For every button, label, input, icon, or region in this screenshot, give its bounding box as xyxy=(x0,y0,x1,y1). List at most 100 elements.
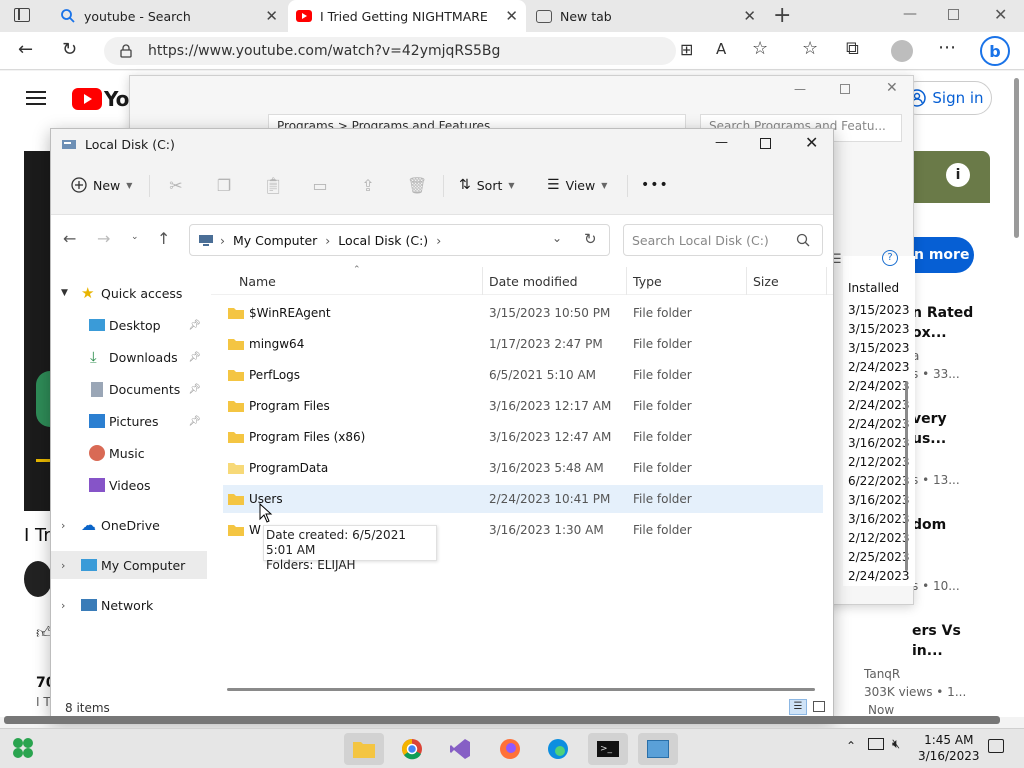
read-aloud-icon[interactable]: A xyxy=(716,40,726,58)
collections-icon[interactable]: ⧉ xyxy=(846,38,859,59)
network-icon[interactable] xyxy=(868,738,884,750)
paf-scrollbar[interactable] xyxy=(905,381,908,571)
paf-column-installed[interactable]: Installed xyxy=(848,281,904,295)
cut-icon[interactable]: ✂ xyxy=(167,177,185,195)
sidebar-item-quick-access[interactable]: ▼ ★ Quick access xyxy=(51,279,207,307)
rename-icon[interactable]: ▭ xyxy=(311,177,329,195)
paste-icon[interactable]: 📋︎ xyxy=(263,177,283,195)
close-icon[interactable]: ✕ xyxy=(505,7,518,25)
search-input[interactable]: Search Local Disk (C:) xyxy=(623,224,823,256)
file-row[interactable]: Users 2/24/2023 10:41 PM File folder xyxy=(223,485,823,513)
delete-icon[interactable]: 🗑︎ xyxy=(407,177,427,195)
pin-icon[interactable]: 📌︎ xyxy=(188,416,201,427)
tab-youtube-search[interactable]: youtube - Search ✕ xyxy=(52,0,286,32)
maximize-button[interactable] xyxy=(840,84,850,94)
pin-icon[interactable]: 📌︎ xyxy=(188,352,201,363)
close-window-button[interactable]: ✕ xyxy=(805,133,818,152)
file-row[interactable]: ProgramData 3/16/2023 5:48 AM File folde… xyxy=(223,454,823,482)
menu-dots-icon[interactable]: ⋯ xyxy=(938,37,956,58)
show-hidden-icons[interactable]: ⌃ xyxy=(846,739,856,753)
sidebar-item-documents[interactable]: Documents 📌︎ xyxy=(51,375,207,403)
column-name[interactable]: Name xyxy=(233,267,483,295)
sort-button[interactable]: ⇅ Sort ▼ xyxy=(459,177,515,193)
sidebar-item-music[interactable]: Music xyxy=(51,439,207,467)
info-icon[interactable]: i xyxy=(946,163,970,187)
close-icon[interactable]: ✕ xyxy=(265,7,278,25)
channel-avatar[interactable] xyxy=(24,561,52,597)
file-row[interactable]: $WinREAgent 3/15/2023 10:50 PM File fold… xyxy=(223,299,823,327)
rec-title[interactable]: very xyxy=(912,411,947,427)
page-scrollbar[interactable] xyxy=(1014,78,1019,238)
notifications-icon[interactable] xyxy=(988,739,1004,753)
sidebar-item-downloads[interactable]: ⤓ Downloads 📌︎ xyxy=(51,343,207,371)
rec-title[interactable]: in... xyxy=(912,643,943,659)
chevron-right-icon[interactable]: › xyxy=(61,599,65,612)
minimize-button[interactable]: — xyxy=(903,6,917,22)
chevron-down-icon[interactable]: ⌄ xyxy=(552,231,562,245)
sidebar-item-pictures[interactable]: Pictures 📌︎ xyxy=(51,407,207,435)
back-icon[interactable]: ← xyxy=(63,229,76,248)
chevron-right-icon[interactable]: › xyxy=(61,519,65,532)
sidebar-item-videos[interactable]: Videos xyxy=(51,471,207,499)
maximize-button[interactable] xyxy=(760,138,771,149)
breadcrumb-my-computer[interactable]: My Computer xyxy=(233,233,317,248)
refresh-icon[interactable]: ↻ xyxy=(584,230,597,248)
taskbar-terminal[interactable]: >_ xyxy=(588,733,628,765)
system-clock[interactable]: 1:45 AM 3/16/2023 xyxy=(918,732,980,764)
rec-title[interactable]: n Rated xyxy=(912,305,973,321)
tab-youtube-video[interactable]: I Tried Getting NIGHTMARE RAN ✕ xyxy=(288,0,526,32)
taskbar-edge[interactable] xyxy=(538,733,578,765)
hamburger-menu-icon[interactable] xyxy=(26,91,46,105)
bing-icon[interactable]: b xyxy=(980,36,1010,66)
taskbar-file-explorer[interactable] xyxy=(344,733,384,765)
file-row[interactable]: Program Files (x86) 3/16/2023 12:47 AM F… xyxy=(223,423,823,451)
restore-button[interactable] xyxy=(948,9,959,20)
close-window-button[interactable]: ✕ xyxy=(886,80,898,96)
recent-locations-icon[interactable]: ⌄ xyxy=(131,232,139,242)
sidebar-item-network[interactable]: › Network xyxy=(51,591,207,619)
file-row[interactable]: Program Files 3/16/2023 12:17 AM File fo… xyxy=(223,392,823,420)
forward-icon[interactable]: → xyxy=(97,229,110,248)
rec-title[interactable]: us... xyxy=(912,431,946,447)
view-button[interactable]: ☰ View ▼ xyxy=(547,177,607,193)
copy-icon[interactable]: ❐ xyxy=(215,177,233,195)
file-row[interactable]: PerfLogs 6/5/2021 5:10 AM File folder xyxy=(223,361,823,389)
start-icon[interactable] xyxy=(12,737,34,762)
ad-thumbnail[interactable]: i xyxy=(912,151,990,203)
apps-icon[interactable]: ⊞ xyxy=(680,40,693,59)
explorer-title-bar[interactable]: Local Disk (C:) — ✕ xyxy=(51,129,833,159)
url-field[interactable]: https://www.youtube.com/watch?v=42ymjqRS… xyxy=(104,37,676,65)
taskbar-chrome[interactable] xyxy=(392,733,432,765)
close-window-button[interactable]: ✕ xyxy=(994,5,1007,24)
volume-muted-icon[interactable]: 🔇︎ xyxy=(892,737,900,752)
sidebar-item-desktop[interactable]: Desktop 📌︎ xyxy=(51,311,207,339)
pin-icon[interactable]: 📌︎ xyxy=(188,384,201,395)
taskbar-firefox[interactable] xyxy=(490,733,530,765)
back-icon[interactable]: ← xyxy=(18,39,33,60)
new-button[interactable]: New ▼ xyxy=(71,177,132,193)
taskbar-visual-studio[interactable] xyxy=(440,733,480,765)
rec-title[interactable]: dom xyxy=(912,517,946,533)
address-breadcrumb[interactable]: › My Computer › Local Disk (C:) › ⌄ ↻ xyxy=(189,224,610,256)
breadcrumb-local-disk[interactable]: Local Disk (C:) xyxy=(338,233,428,248)
tiles-view-icon[interactable] xyxy=(813,701,825,712)
favorites-icon[interactable]: ☆ xyxy=(802,38,818,59)
close-icon[interactable]: ✕ xyxy=(743,7,756,25)
bottom-scrollbar[interactable] xyxy=(4,716,1000,724)
help-icon[interactable]: ? xyxy=(882,250,898,266)
taskbar-control-panel[interactable] xyxy=(638,733,678,765)
horizontal-scrollbar[interactable] xyxy=(227,688,815,691)
share-icon[interactable]: ⇪ xyxy=(359,177,377,195)
rec-title[interactable]: ers Vs xyxy=(912,623,961,639)
column-type[interactable]: Type xyxy=(627,267,747,295)
file-row[interactable]: mingw64 1/17/2023 2:47 PM File folder xyxy=(223,330,823,358)
refresh-icon[interactable]: ↻ xyxy=(62,39,77,60)
learn-more-button[interactable]: n more xyxy=(912,237,974,273)
rec-title[interactable]: ox... xyxy=(912,325,947,341)
column-date-modified[interactable]: Date modified xyxy=(483,267,627,295)
new-tab-button[interactable]: + xyxy=(773,3,791,28)
minimize-button[interactable]: — xyxy=(715,135,728,150)
tab-actions-icon[interactable] xyxy=(14,8,30,22)
chevron-down-icon[interactable]: ▼ xyxy=(61,288,68,298)
sidebar-item-my-computer[interactable]: › My Computer xyxy=(51,551,207,579)
